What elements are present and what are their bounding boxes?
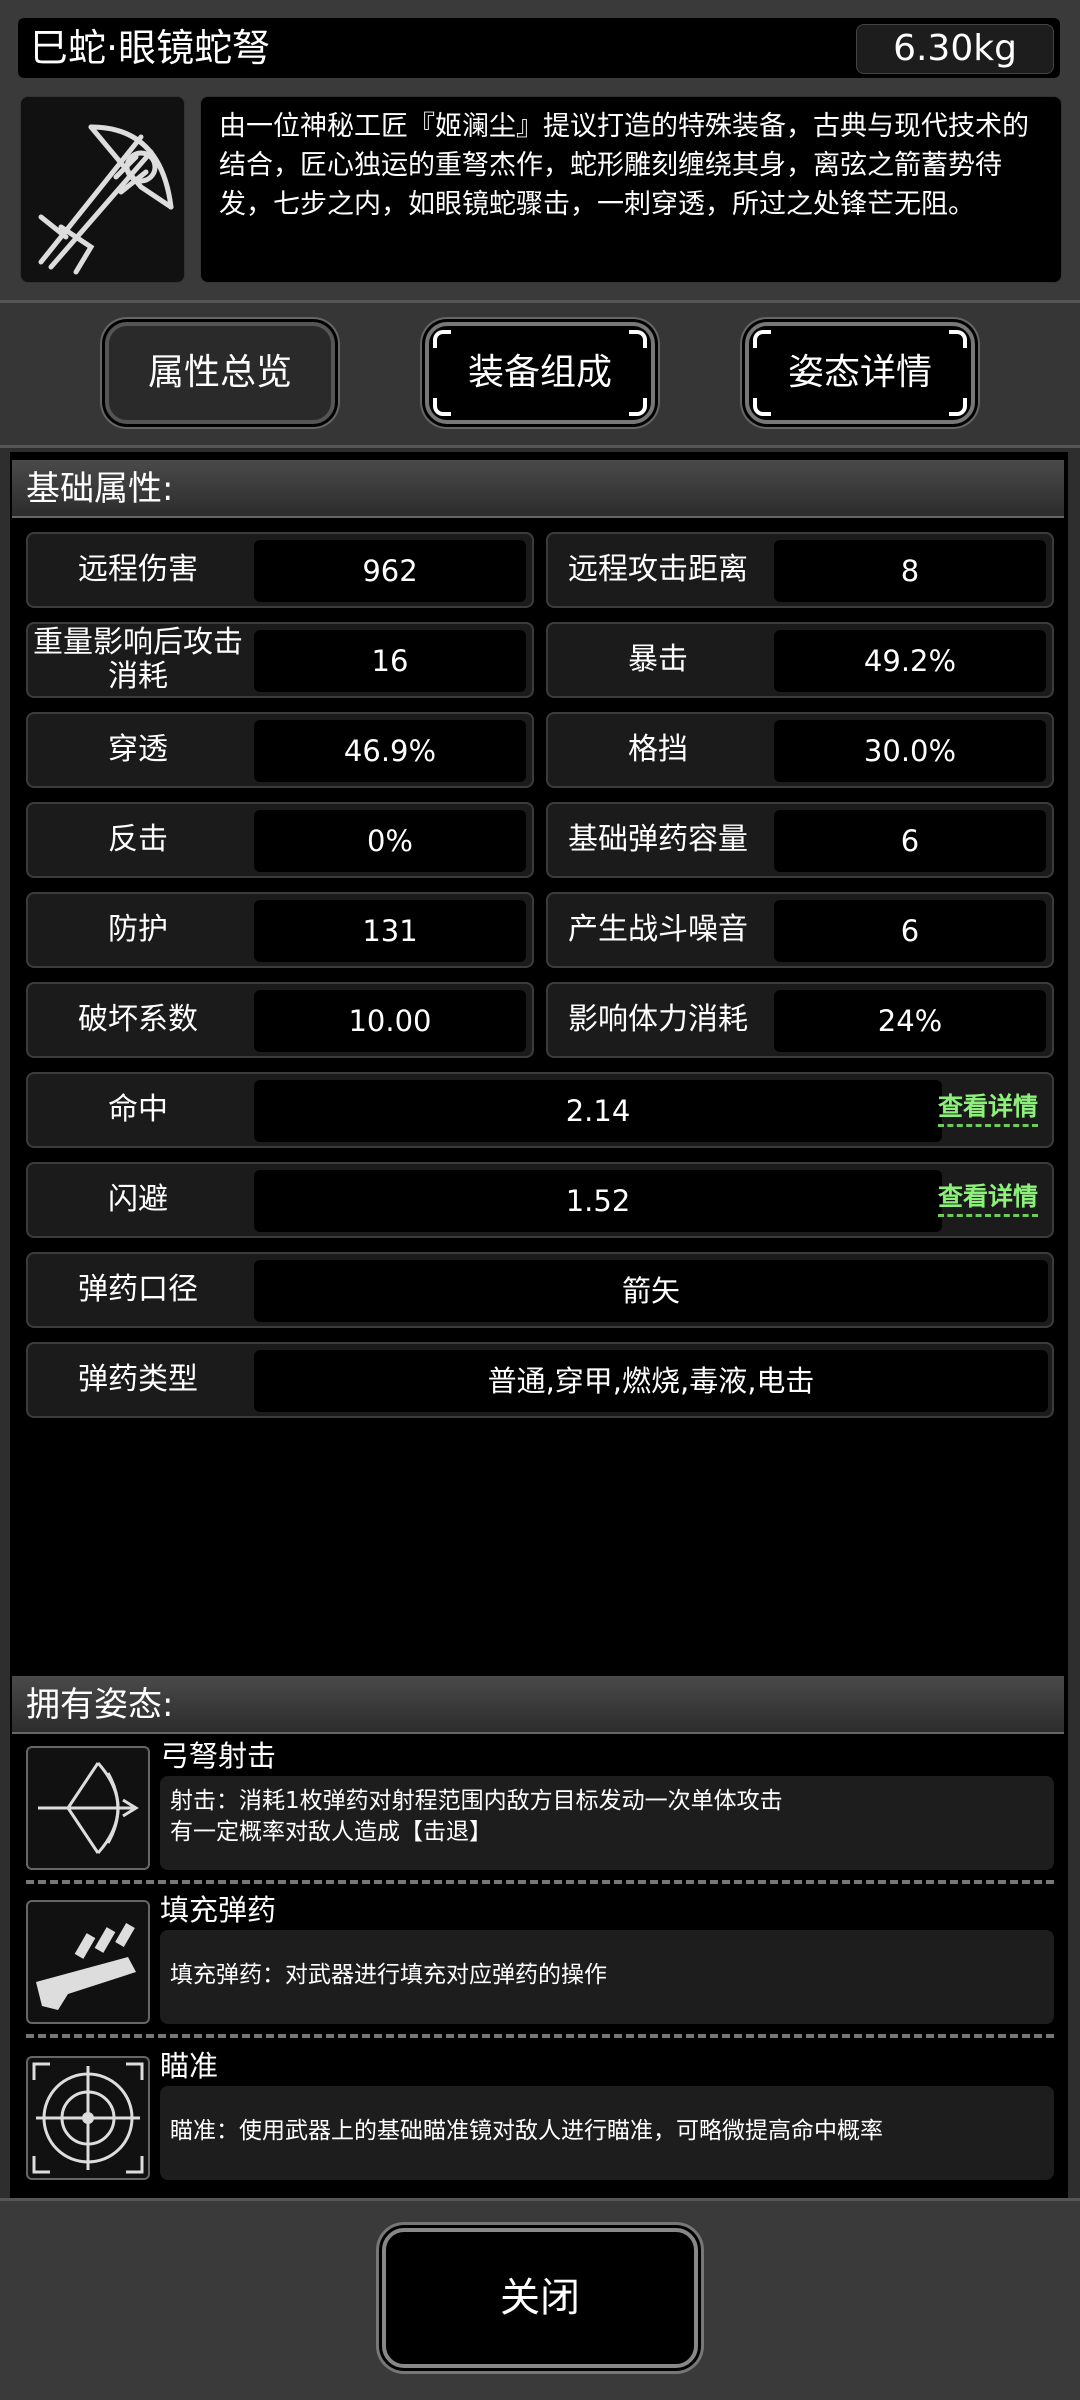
stat-label: 产生战斗噪音	[568, 912, 748, 947]
reload-ammo-icon	[26, 1900, 150, 2024]
tab-stance-details[interactable]: 姿态详情	[745, 322, 975, 424]
stat-label: 格挡	[628, 732, 688, 767]
stat-cell: 防护 131	[26, 892, 534, 968]
stat-label: 命中	[108, 1092, 168, 1127]
stance-name: 瞄准	[160, 2049, 219, 2083]
stat-cell: 破坏系数 10.00	[26, 982, 534, 1058]
tab-equipment-composition[interactable]: 装备组成	[425, 322, 655, 424]
view-details-link[interactable]: 查看详情	[938, 1180, 1039, 1217]
stance-description: 填充弹药：对武器进行填充对应弹药的操作	[160, 1930, 1054, 2024]
stat-label: 防护	[108, 912, 168, 947]
stat-value: 30.0%	[774, 720, 1046, 782]
stat-cell: 远程伤害 962	[26, 532, 534, 608]
stat-label: 远程攻击距离	[568, 552, 748, 587]
stance-desc-line: 填充弹药：对武器进行填充对应弹药的操作	[170, 1962, 607, 1988]
stat-value: 46.9%	[254, 720, 526, 782]
stat-label: 闪避	[108, 1182, 168, 1217]
stance-desc-line: 有一定概率对敌人造成【击退】	[170, 1819, 492, 1845]
stat-label: 反击	[108, 822, 168, 857]
stance-description: 瞄准：使用武器上的基础瞄准镜对敌人进行瞄准，可略微提高命中概率	[160, 2086, 1054, 2180]
stat-label: 暴击	[628, 642, 688, 677]
item-weight: 6.30kg	[856, 24, 1054, 74]
stance-name: 填充弹药	[160, 1893, 277, 1927]
stat-row-ammo-type: 弹药类型 普通,穿甲,燃烧,毒液,电击	[26, 1342, 1054, 1418]
crossbow-shot-icon	[26, 1746, 150, 1870]
base-attributes-heading: 基础属性:	[12, 460, 1064, 518]
stat-label: 弹药口径	[78, 1272, 198, 1307]
stance-desc-line: 瞄准：使用武器上的基础瞄准镜对敌人进行瞄准，可略微提高命中概率	[170, 2118, 883, 2144]
stat-value: 2.14	[254, 1080, 942, 1142]
stat-cell: 远程攻击距离 8	[546, 532, 1054, 608]
stat-label: 弹药类型	[78, 1362, 198, 1397]
item-title: 巳蛇·眼镜蛇弩	[30, 26, 271, 70]
tab-label: 装备组成	[467, 352, 612, 393]
stat-value: 箭矢	[254, 1260, 1048, 1322]
stat-value: 131	[254, 900, 526, 962]
stat-value: 6	[774, 900, 1046, 962]
tab-attribute-overview[interactable]: 属性总览	[105, 322, 335, 424]
stat-label: 穿透	[108, 732, 168, 767]
view-details-link[interactable]: 查看详情	[938, 1090, 1039, 1127]
tab-label: 姿态详情	[787, 352, 932, 393]
stat-value: 49.2%	[774, 630, 1046, 692]
stat-value: 8	[774, 540, 1046, 602]
stat-label: 重量影响后攻击消耗	[33, 625, 243, 694]
stat-cell: 基础弹药容量 6	[546, 802, 1054, 878]
stat-cell: 产生战斗噪音 6	[546, 892, 1054, 968]
divider	[26, 1880, 1054, 1884]
stat-label: 影响体力消耗	[568, 1002, 748, 1037]
stat-cell: 影响体力消耗 24%	[546, 982, 1054, 1058]
stance-name: 弓弩射击	[160, 1739, 277, 1773]
stat-cell: 穿透 46.9%	[26, 712, 534, 788]
stat-value: 0%	[254, 810, 526, 872]
stat-value: 962	[254, 540, 526, 602]
stat-cell: 格挡 30.0%	[546, 712, 1054, 788]
stat-value: 普通,穿甲,燃烧,毒液,电击	[254, 1350, 1048, 1412]
stat-value: 16	[254, 630, 526, 692]
stat-cell: 重量影响后攻击消耗 16	[26, 622, 534, 698]
stat-label: 远程伤害	[78, 552, 198, 587]
stat-row-dodge: 闪避 1.52 查看详情	[26, 1162, 1054, 1238]
close-button[interactable]: 关闭	[382, 2228, 698, 2368]
stance-description: 射击：消耗1枚弹药对射程范围内敌方目标发动一次单体攻击 有一定概率对敌人造成【击…	[160, 1776, 1054, 1870]
stat-value: 24%	[774, 990, 1046, 1052]
stances-heading: 拥有姿态:	[12, 1676, 1064, 1734]
item-description: 由一位神秘工匠『姬澜尘』提议打造的特殊装备，古典与现代技术的结合，匠心独运的重弩…	[200, 96, 1062, 283]
stat-cell: 暴击 49.2%	[546, 622, 1054, 698]
stat-row-ammo-caliber: 弹药口径 箭矢	[26, 1252, 1054, 1328]
stance-desc-line: 射击：消耗1枚弹药对射程范围内敌方目标发动一次单体攻击	[170, 1788, 783, 1814]
stat-value: 10.00	[254, 990, 526, 1052]
crossbow-icon	[20, 96, 185, 283]
stat-row-hit: 命中 2.14 查看详情	[26, 1072, 1054, 1148]
stat-label: 破坏系数	[78, 1002, 198, 1037]
divider	[26, 2034, 1054, 2038]
stat-label: 基础弹药容量	[568, 822, 748, 857]
crosshair-icon	[26, 2056, 150, 2180]
stat-value: 1.52	[254, 1170, 942, 1232]
stat-value: 6	[774, 810, 1046, 872]
tab-label: 属性总览	[147, 352, 292, 393]
stat-cell: 反击 0%	[26, 802, 534, 878]
